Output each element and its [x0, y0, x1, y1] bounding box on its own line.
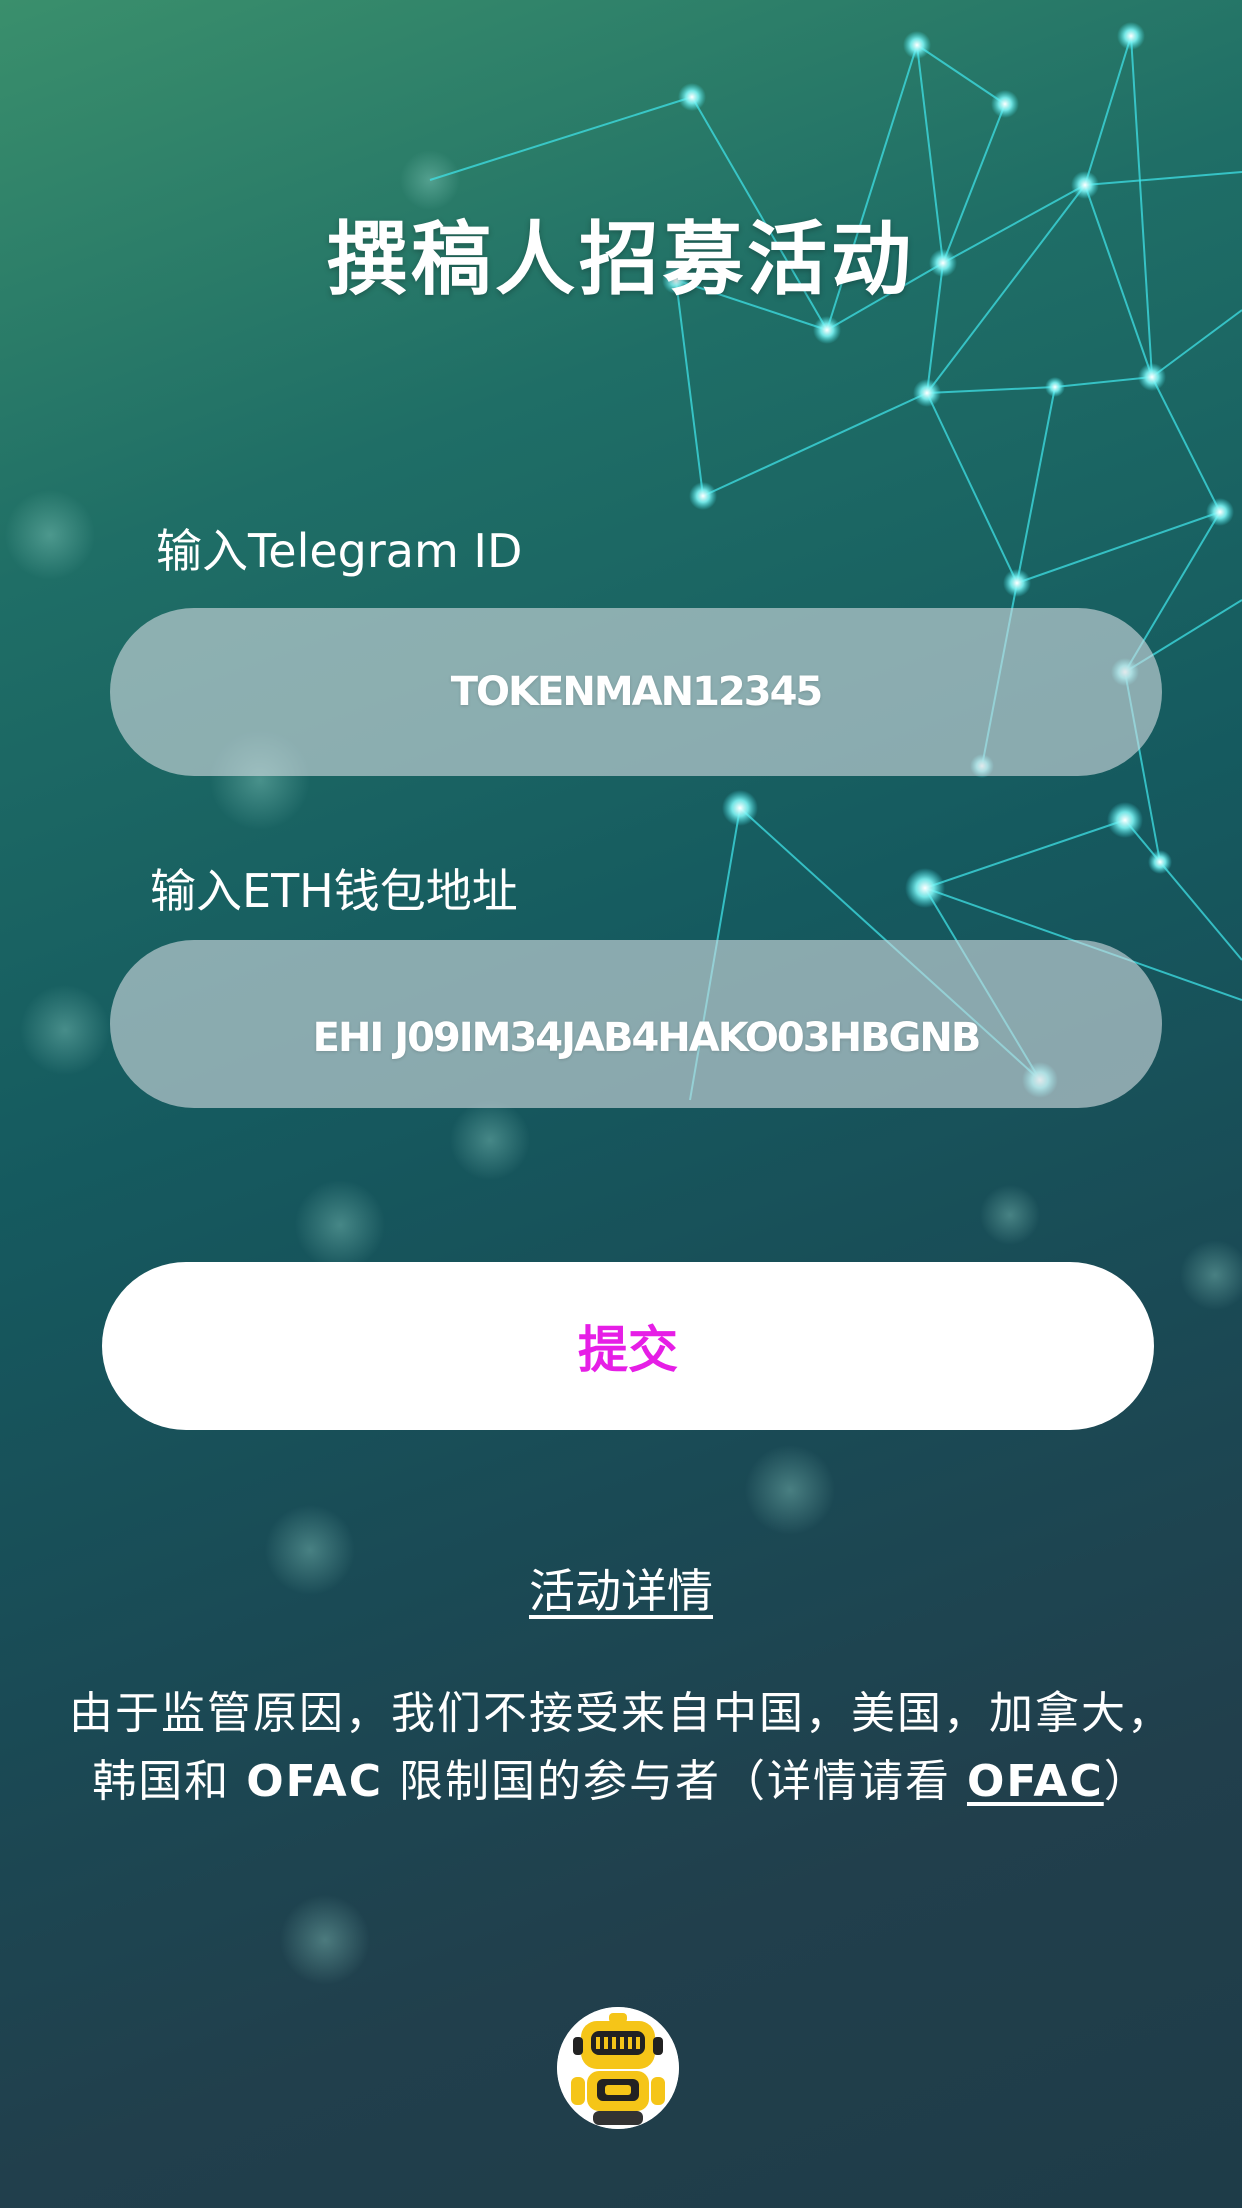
telegram-id-value[interactable]: TOKENMAN12345 [451, 669, 823, 715]
eth-wallet-value[interactable]: EHI J09IM34JAB4HAKO03HBGNB [313, 1015, 982, 1061]
notice-line-2a: 韩国和 [92, 1756, 247, 1807]
robot-mascot-icon[interactable] [557, 2007, 679, 2129]
submit-button[interactable]: 提交 [102, 1262, 1154, 1430]
telegram-id-field[interactable]: TOKENMAN12345 [110, 608, 1162, 776]
notice-line-2c: ） [1103, 1756, 1150, 1807]
restriction-notice: 由于监管原因，我们不接受来自中国，美国，加拿大， 韩国和 OFAC 限制国的参与… [40, 1680, 1202, 1816]
notice-line-1: 由于监管原因，我们不接受来自中国，美国，加拿大， [69, 1688, 1173, 1739]
ofac-link[interactable]: OFAC [967, 1756, 1104, 1807]
telegram-id-label: 输入Telegram ID [156, 524, 523, 578]
notice-ofac-text: OFAC [246, 1756, 383, 1807]
page-title: 撰稿人招募活动 [327, 213, 915, 306]
activity-details: 活动详情 [0, 1555, 1242, 1621]
notice-line-2b: 限制国的参与者（详情请看 [383, 1756, 967, 1807]
network-nodes [662, 22, 1234, 1098]
activity-details-link[interactable]: 活动详情 [529, 1564, 713, 1618]
eth-wallet-field[interactable]: EHI J09IM34JAB4HAKO03HBGNB [110, 940, 1162, 1108]
robot-mascot-drawing [557, 2007, 679, 2129]
submit-button-label: 提交 [578, 1322, 678, 1378]
eth-wallet-label: 输入ETH钱包地址 [150, 864, 518, 918]
